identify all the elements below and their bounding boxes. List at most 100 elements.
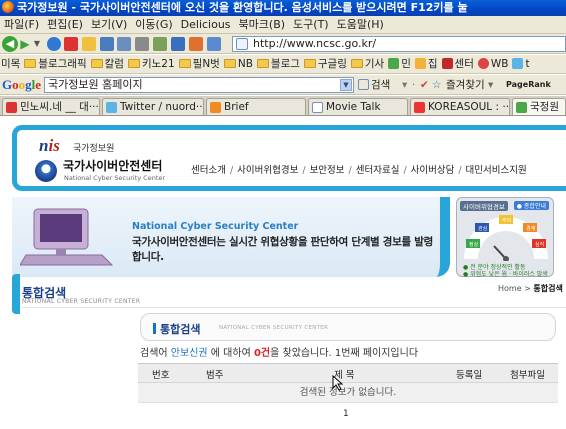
site-header: nis 국가정보원 국가사이버안전센터 National Cyber Secur…: [12, 125, 566, 191]
puzzle-icon: [516, 102, 527, 113]
bookmark-item[interactable]: 센터: [441, 55, 477, 73]
window-title: 국가정보원 - 국가사이버안전센터에 오신 것을 환영합니다. 음성서비스를 받…: [17, 1, 468, 14]
section-english-subtitle: NATIONAL CYBER SECURITY CENTER: [22, 298, 141, 305]
threat-gauge-icon: 정상 관심 주의 경계 심각: [464, 215, 548, 261]
bookmark-item[interactable]: NB: [223, 55, 256, 73]
banner-text: 국가사이버안전센터는 실시간 위협상황을 판단하여 단계별 경보를 발령합니다.: [132, 236, 433, 263]
nis-logo[interactable]: nis: [39, 136, 60, 156]
computer-illustration-icon: [20, 208, 114, 266]
menu-tools[interactable]: 도구(T): [289, 16, 333, 33]
menu-go[interactable]: 이동(G): [131, 16, 176, 33]
svg-text:관심: 관심: [478, 225, 487, 232]
column-category: 범주: [206, 370, 224, 381]
center-name[interactable]: 국가사이버안전센터: [63, 157, 162, 174]
google-logo[interactable]: Google: [2, 77, 41, 93]
main-banner: National Cyber Security Center 국가사이버안전센터…: [12, 197, 450, 277]
menu-bookmarks[interactable]: 북마크(B): [235, 16, 290, 33]
screenshot-icon[interactable]: [100, 37, 114, 51]
address-bar[interactable]: http://www.ncsc.go.kr/: [232, 36, 566, 52]
menu-file[interactable]: 파일(F): [0, 16, 43, 33]
folder-icon: [24, 59, 37, 68]
menu-delicious[interactable]: Delicious: [177, 16, 235, 33]
google-search-value: 국가정보원 홈페이지: [48, 78, 143, 91]
menu-bar: 파일(F) 편집(E) 보기(V) 이동(G) Delicious 북마크(B) 도구(T)…: [0, 16, 566, 34]
bookmark-item[interactable]: WB: [477, 55, 512, 73]
delicious-icon[interactable]: [171, 37, 185, 51]
pagerank-indicator[interactable]: PageRank: [506, 77, 551, 93]
page-icon: [312, 102, 323, 113]
nav-public-service[interactable]: 대민서비스지원: [466, 165, 527, 176]
web-page: nis 국가정보원 국가사이버안전센터 National Cyber Secur…: [0, 117, 566, 429]
nav-about[interactable]: 센터소개: [191, 165, 226, 176]
print-icon[interactable]: [117, 37, 131, 51]
dropdown-arrow-icon[interactable]: ▼: [340, 79, 352, 91]
folder-icon: [90, 59, 103, 68]
breadcrumb-current: 통합검색: [533, 284, 563, 293]
banner-title: National Cyber Security Center: [132, 221, 299, 232]
koreasoul-icon: [414, 102, 425, 113]
share-icon[interactable]: ⋅: [412, 77, 415, 93]
address-url: http://www.ncsc.go.kr/: [253, 37, 377, 50]
nav-threat-alert[interactable]: 사이버위협경보: [237, 165, 298, 176]
tab-nis-active[interactable]: 국정원: [512, 98, 566, 115]
history-dropdown-icon[interactable]: ▼: [33, 36, 41, 52]
forward-arrow-icon[interactable]: ▶: [19, 36, 31, 52]
bookmark-item[interactable]: 키노21: [127, 55, 178, 73]
pagination-page[interactable]: 1: [343, 409, 349, 419]
column-attachment: 첨부파일: [510, 370, 545, 381]
stop-icon[interactable]: [64, 37, 78, 51]
bookmark-item[interactable]: t: [511, 55, 532, 73]
dropdown-arrow-icon[interactable]: ▾: [402, 77, 407, 93]
google-search-button[interactable]: 검색: [358, 77, 390, 93]
section-accent: [12, 274, 20, 314]
google-toolbar: Google 국가정보원 홈페이지 ▼ 검색 ▾ ⋅ ✔ ☆ 즐겨찾기 ▾ Pa…: [0, 75, 566, 95]
nis-label: 국가정보원: [73, 144, 115, 154]
bookmark-item[interactable]: 블로그래픽: [23, 55, 89, 73]
bookmark-item[interactable]: 필N벗: [178, 55, 223, 73]
bookmark-item[interactable]: 기사: [350, 55, 387, 73]
tab-favicon-icon: [6, 102, 17, 113]
tab-koreasoul[interactable]: KOREASOUL : ···: [410, 98, 510, 115]
rss-icon[interactable]: [189, 37, 203, 51]
tab-twitter[interactable]: Twitter / nuord···: [102, 98, 204, 115]
results-title: 통합검색: [153, 321, 200, 337]
center-english-name: National Cyber Security Center: [64, 174, 166, 182]
bookmark-item[interactable]: 블로그: [256, 55, 303, 73]
nav-library[interactable]: 센터자료실: [356, 165, 400, 176]
results-english-subtitle: NATIONAL CYBER SECURITY CENTER: [219, 325, 329, 331]
tab-movie-talk[interactable]: Movie Talk: [308, 98, 408, 115]
back-arrow-icon[interactable]: ◀: [2, 36, 18, 52]
check-icon[interactable]: ✔: [420, 77, 429, 93]
threat-alert-guide-button[interactable]: ● 종합안내: [513, 201, 549, 210]
window-title-bar: 국가정보원 - 국가사이버안전센터에 오신 것을 환영합니다. 음성서비스를 받…: [0, 0, 566, 16]
tag-icon[interactable]: [207, 37, 221, 51]
save-icon[interactable]: [135, 37, 149, 51]
tab-brief[interactable]: Brief: [206, 98, 306, 115]
star-icon[interactable]: ☆: [432, 77, 441, 93]
tab-minnossi[interactable]: 민노씨.네 __ 대···: [2, 98, 100, 115]
menu-view[interactable]: 보기(V): [87, 16, 131, 33]
threat-alert-heading: 사이버위협경보: [460, 201, 508, 211]
pencil-icon: [414, 58, 426, 69]
menu-edit[interactable]: 편집(E): [43, 16, 87, 33]
nav-security-info[interactable]: 보안정보: [310, 165, 345, 176]
google-search-input[interactable]: 국가정보원 홈페이지 ▼: [44, 77, 354, 93]
home-icon[interactable]: [82, 37, 96, 51]
addon-icon[interactable]: [153, 37, 167, 51]
menu-help[interactable]: 도움말(H): [333, 16, 388, 33]
favorites-button[interactable]: 즐겨찾기 ▾: [446, 77, 493, 93]
bookmark-item[interactable]: 구글링: [303, 55, 350, 73]
bookmark-item[interactable]: 민: [387, 55, 414, 73]
bookmark-item[interactable]: 미목: [0, 55, 23, 73]
site-top-nav: 센터소개 / 사이버위협경보 / 보안정보 / 센터자료실 / 사이버상담 / 대민서비스지원: [191, 165, 527, 176]
table-header: 번호 범주 제 목 등록일 첨부파일: [138, 363, 558, 383]
svg-text:정상: 정상: [469, 241, 479, 248]
bookmark-item[interactable]: 칼럼: [90, 55, 127, 73]
bookmark-item[interactable]: 집: [414, 55, 441, 73]
folder-icon: [223, 59, 236, 68]
reload-icon[interactable]: [47, 37, 61, 51]
breadcrumb-home[interactable]: Home: [498, 284, 522, 293]
threat-alert-widget[interactable]: 사이버위협경보 ● 종합안내 정상 관심 주의 경계 심각 ● 전 분야 정상적…: [456, 197, 554, 278]
folder-icon: [303, 59, 316, 68]
nav-consulting[interactable]: 사이버상담: [411, 165, 455, 176]
